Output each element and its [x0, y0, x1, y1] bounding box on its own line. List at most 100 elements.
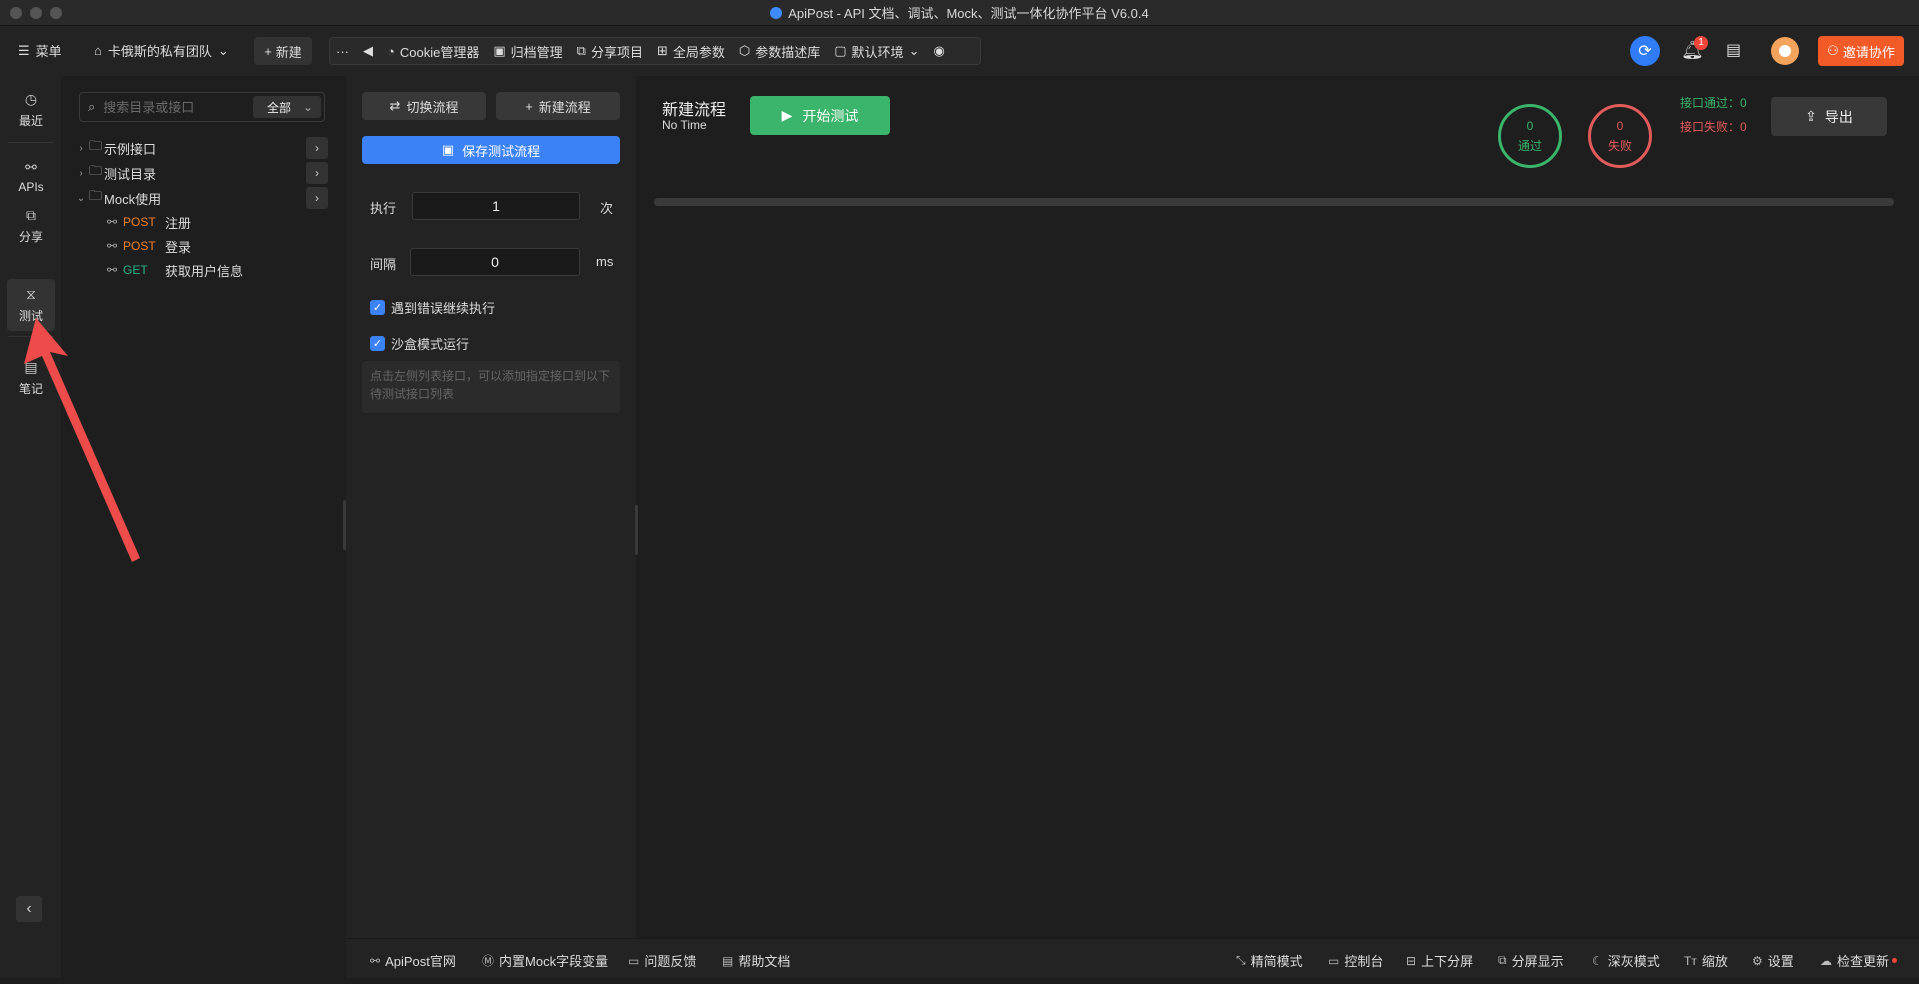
caret-left-icon[interactable]: ◀: [363, 43, 373, 59]
status-label: 上下分屏: [1421, 954, 1474, 969]
param-library-button[interactable]: ⬡ 参数描述库: [739, 42, 820, 61]
invite-button[interactable]: ⚇ 邀请协作: [1818, 36, 1904, 66]
window-controls[interactable]: [10, 7, 62, 19]
tree-folder[interactable]: ⌄ 🗀︎ Mock使用 ›: [61, 186, 344, 210]
rail-label-test: 测试: [18, 309, 43, 323]
folder-action-button[interactable]: ›: [306, 162, 328, 184]
save-icon: ▣: [441, 142, 455, 157]
notes-icon[interactable]: ▤: [1726, 40, 1741, 60]
test-result-panel: 新建流程 No Time ▶ 开始测试 0 通过 0 失败 接口通过：0 接口失…: [638, 76, 1919, 938]
continue-on-error-checkbox[interactable]: ✓ 遇到错误继续执行: [370, 298, 495, 317]
rail-item-recent[interactable]: ◷ 最近: [7, 84, 55, 136]
status-label: 内置Mock字段变量: [499, 954, 609, 969]
api-item[interactable]: ⚯ POST 注册: [107, 210, 191, 234]
link-icon: ⚯: [25, 158, 37, 175]
title-bar: ApiPost - API 文档、调试、Mock、测试一体化协作平台 V6.0.…: [0, 0, 1919, 26]
zoom-button[interactable]: Tт 缩放: [1684, 951, 1728, 970]
api-tree-panel: ⌕ 全部 ⌄ › 🗀︎ 示例接口 › › 🗀︎ 测试目录 › ⌄ 🗀︎ Mock…: [61, 76, 344, 978]
method-badge: POST: [123, 215, 156, 229]
new-flow-button[interactable]: + 新建流程: [496, 92, 620, 120]
rail-item-apis[interactable]: ⚯ APIs: [7, 150, 55, 202]
pass-label: 通过: [1517, 138, 1542, 153]
maximize-window-button[interactable]: [50, 7, 62, 19]
param-library-label: 参数描述库: [755, 44, 821, 60]
rail-label-apis: APIs: [18, 179, 44, 194]
rail-item-test[interactable]: ⧖ 测试: [7, 279, 55, 331]
switch-flow-button[interactable]: ⇄ 切换流程: [362, 92, 486, 120]
pass-count-circle: 0 通过: [1498, 104, 1562, 168]
official-site-link[interactable]: ⚯ ApiPost官网: [370, 951, 456, 970]
cookie-icon: ◔: [387, 43, 395, 59]
save-flow-button[interactable]: ▣ 保存测试流程: [362, 136, 620, 164]
book-icon: ▤: [722, 953, 734, 968]
filter-select[interactable]: 全部 ⌄: [253, 96, 321, 118]
export-button[interactable]: ⇪ 导出: [1771, 97, 1887, 136]
note-icon: ▤: [24, 359, 38, 375]
method-badge: POST: [123, 239, 156, 253]
status-label: 深灰模式: [1607, 954, 1660, 969]
left-rail: ◷ 最近 ⚯ APIs ⧉ 分享 ⧖ 测试 ▤ 笔记 ‹: [0, 76, 61, 978]
start-test-button[interactable]: ▶ 开始测试: [750, 96, 890, 135]
chevron-left-icon: ‹: [26, 900, 32, 917]
plus-icon: +: [525, 98, 533, 114]
cookie-manager-button[interactable]: ◔ Cookie管理器: [387, 42, 479, 61]
minimize-window-button[interactable]: [30, 7, 42, 19]
divider: [8, 336, 54, 337]
share-project-button[interactable]: ⧉ 分享项目: [577, 42, 643, 61]
dark-mode-button[interactable]: ☾ 深灰模式: [1592, 951, 1660, 970]
more-button[interactable]: ···: [336, 44, 349, 59]
sync-button[interactable]: ⟳: [1630, 36, 1660, 66]
check-update-button[interactable]: ☁ 检查更新: [1820, 951, 1898, 970]
environment-select[interactable]: ▢ 默认环境 ⌄: [834, 42, 919, 61]
divider: [8, 142, 54, 143]
collapse-sidebar-button[interactable]: ‹: [16, 896, 42, 922]
folder-action-button[interactable]: ›: [306, 137, 328, 159]
global-params-button[interactable]: ⊞ 全局参数: [657, 42, 725, 61]
console-button[interactable]: ▭ 控制台: [1328, 951, 1383, 970]
mock-vars-link[interactable]: Ⓜ 内置Mock字段变量: [482, 951, 608, 970]
api-item[interactable]: ⚯ POST 登录: [107, 234, 191, 258]
status-label: 控制台: [1344, 954, 1384, 969]
exec-count-input[interactable]: [412, 192, 580, 220]
tree-folder[interactable]: › 🗀︎ 测试目录 ›: [61, 161, 344, 185]
status-label: 精简模式: [1250, 954, 1303, 969]
env-icon: ▢: [834, 43, 847, 58]
global-params-label: 全局参数: [672, 44, 725, 60]
link-icon: ⚯: [107, 263, 118, 277]
new-button[interactable]: + 新建: [254, 37, 312, 65]
close-window-button[interactable]: [10, 7, 22, 19]
sandbox-checkbox[interactable]: ✓ 沙盒模式运行: [370, 334, 469, 353]
split-vertical-button[interactable]: ⊟ 上下分屏: [1406, 951, 1473, 970]
team-icon: ⌂: [94, 43, 102, 58]
feedback-link[interactable]: ▭ 问题反馈: [628, 951, 696, 970]
fail-count-circle: 0 失败: [1588, 104, 1652, 168]
interval-input[interactable]: [410, 248, 580, 276]
archive-icon: ▣: [493, 43, 506, 58]
search-input[interactable]: [103, 99, 234, 115]
archive-button[interactable]: ▣ 归档管理: [493, 42, 562, 61]
archive-label: 归档管理: [510, 44, 563, 60]
rail-item-notes[interactable]: ▤ 笔记: [7, 352, 55, 404]
api-item[interactable]: ⚯ GET 获取用户信息: [107, 258, 243, 282]
help-docs-link[interactable]: ▤ 帮助文档: [722, 951, 790, 970]
console-icon: ▭: [1328, 953, 1340, 968]
exec-unit: 次: [600, 201, 614, 216]
rail-item-share[interactable]: ⧉ 分享: [7, 200, 55, 252]
split-display-button[interactable]: ⧉ 分屏显示: [1498, 951, 1564, 970]
eye-icon[interactable]: ◉: [933, 43, 944, 59]
compact-mode-button[interactable]: ⤡ 精简模式: [1236, 951, 1303, 970]
chevron-down-icon: ⌄: [908, 43, 920, 58]
filter-label: 全部: [267, 100, 292, 115]
avatar[interactable]: [1771, 37, 1799, 65]
pass-count: 0: [1526, 118, 1534, 133]
team-selector[interactable]: ⌂ 卡俄斯的私有团队 ⌄: [94, 41, 229, 60]
tree-folder[interactable]: › 🗀︎ 示例接口 ›: [61, 136, 344, 160]
menu-icon: ☰: [18, 42, 30, 58]
menu-button[interactable]: ☰ 菜单: [18, 41, 62, 60]
cookie-manager-label: Cookie管理器: [399, 44, 480, 60]
folder-action-button[interactable]: ›: [306, 187, 328, 209]
invite-label: 邀请协作: [1842, 44, 1895, 60]
settings-button[interactable]: ⚙ 设置: [1752, 951, 1794, 970]
update-dot: [1892, 958, 1898, 963]
export-label: 导出: [1824, 108, 1853, 125]
